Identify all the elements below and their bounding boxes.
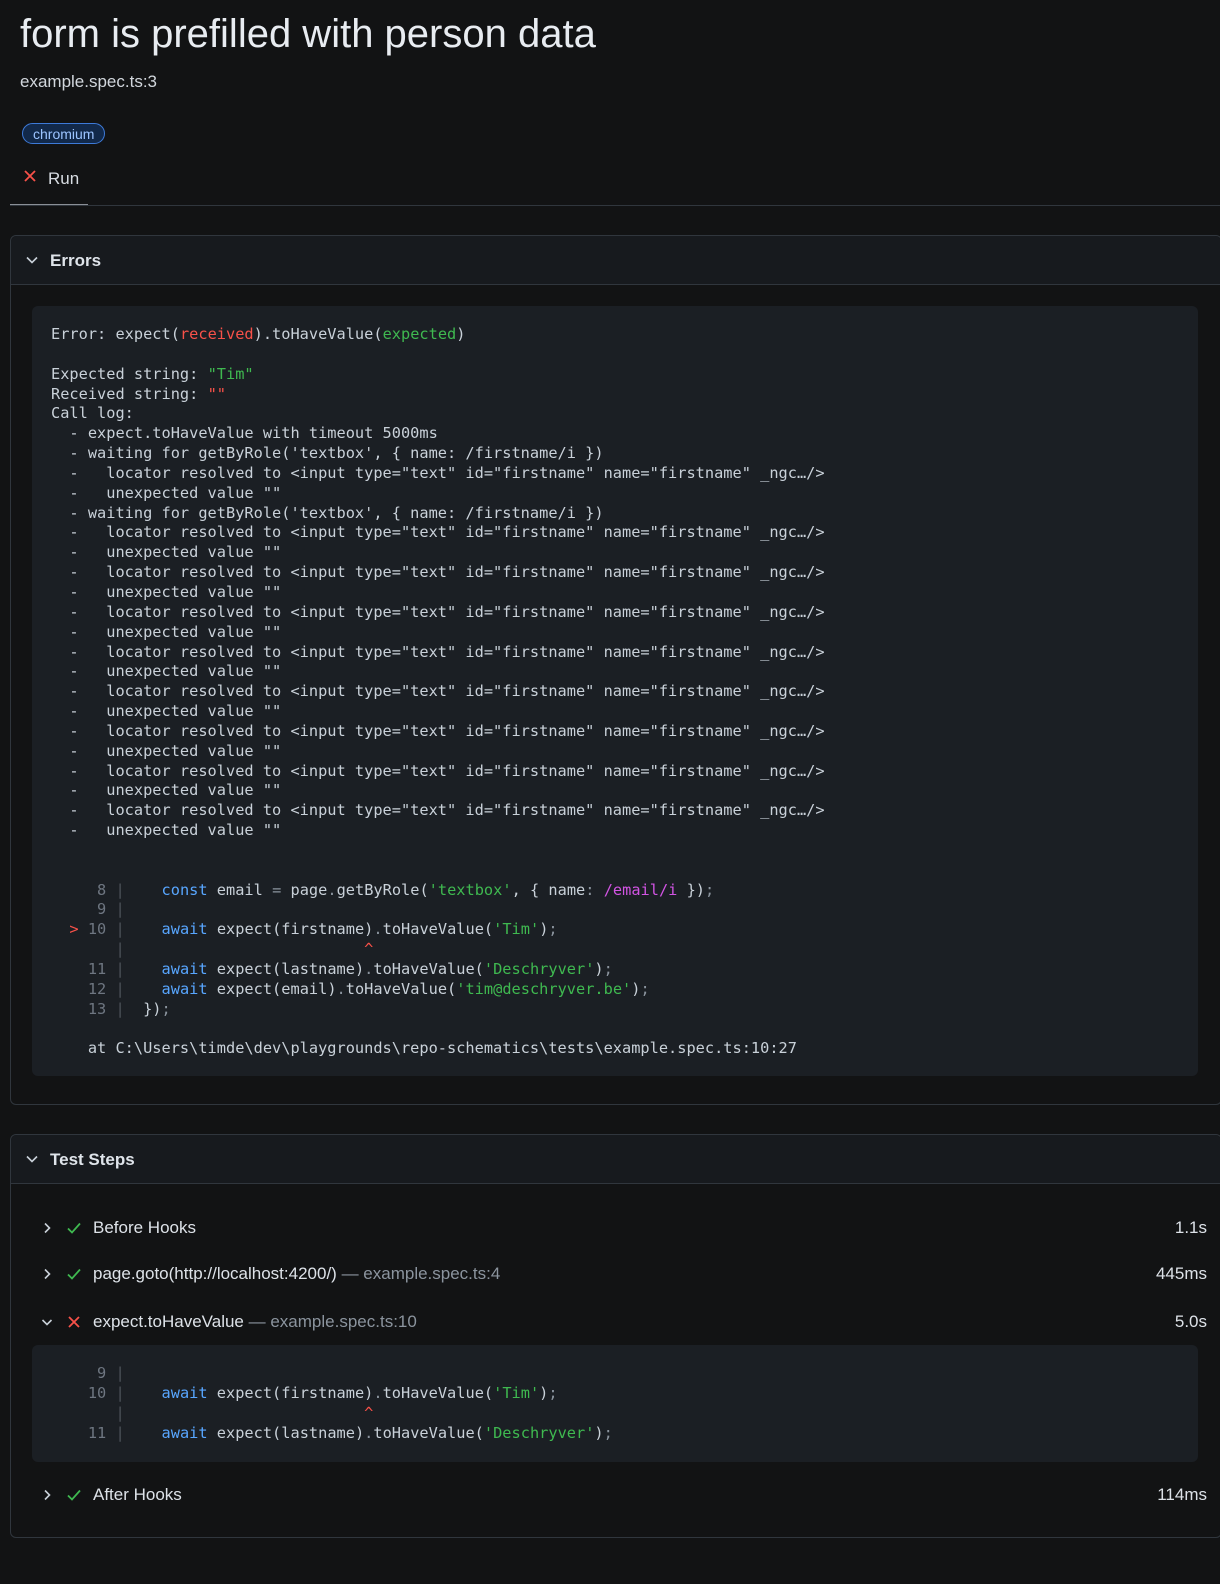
step-title: expect.toHaveValue — example.spec.ts:10 bbox=[93, 1312, 417, 1331]
code-line: - locator resolved to <input type="text"… bbox=[51, 801, 825, 820]
step-title: Before Hooks bbox=[93, 1218, 196, 1237]
step-duration: 1.1s bbox=[1174, 1218, 1207, 1237]
code-line: - locator resolved to <input type="text"… bbox=[51, 523, 825, 542]
code-line: - unexpected value "" bbox=[51, 821, 282, 840]
code-line: - expect.toHaveValue with timeout 5000ms bbox=[51, 424, 438, 443]
step-code-snippet: 9 | 10 | await expect(firstname).toHaveV… bbox=[32, 1345, 1198, 1462]
code-line: 8 | const email = page.getByRole('textbo… bbox=[51, 880, 715, 899]
code-line: - locator resolved to <input type="text"… bbox=[51, 721, 825, 740]
step-after-hooks[interactable]: After Hooks 114ms bbox=[11, 1481, 1220, 1511]
tab-divider bbox=[10, 205, 1220, 206]
code-line: 13 | }); bbox=[51, 999, 171, 1018]
step-title: After Hooks bbox=[93, 1485, 182, 1504]
code-line: - unexpected value "" bbox=[51, 702, 282, 721]
chevron-right-icon bbox=[44, 1268, 51, 1280]
chevron-down-icon bbox=[26, 256, 38, 264]
code-line: 11 | await expect(lastname).toHaveValue(… bbox=[51, 960, 613, 978]
errors-header[interactable]: Errors bbox=[11, 236, 1220, 285]
code-line: - locator resolved to <input type="text"… bbox=[51, 761, 825, 780]
code-line: - waiting for getByRole('textbox', { nam… bbox=[51, 503, 604, 522]
test-location: example.spec.ts:3 bbox=[20, 72, 158, 91]
code-line: - waiting for getByRole('textbox', { nam… bbox=[51, 444, 604, 463]
close-icon bbox=[24, 170, 36, 182]
check-icon bbox=[67, 1268, 81, 1280]
test-steps-title: Test Steps bbox=[50, 1150, 135, 1169]
test-steps-header[interactable]: Test Steps bbox=[11, 1135, 1220, 1184]
chevron-right-icon bbox=[44, 1489, 51, 1501]
step-page-goto[interactable]: page.goto(http://localhost:4200/) — exam… bbox=[11, 1260, 1220, 1290]
code-line: > 10 | await expect(firstname).toHaveVal… bbox=[69, 920, 558, 939]
step-duration: 114ms bbox=[1157, 1485, 1207, 1504]
step-title: page.goto(http://localhost:4200/) — exam… bbox=[93, 1264, 501, 1283]
check-icon bbox=[67, 1222, 81, 1234]
code-line: - locator resolved to <input type="text"… bbox=[51, 602, 825, 621]
code-line: - unexpected value "" bbox=[51, 543, 282, 562]
tab-run-label: Run bbox=[48, 169, 80, 188]
code-line: | ^ bbox=[115, 940, 374, 959]
code-line: 9 | bbox=[51, 1364, 125, 1382]
test-steps-panel: Test Steps Before Hooks 1.1s page.goto(h… bbox=[10, 1134, 1220, 1538]
code-line: 12 | await expect(email).toHaveValue('ti… bbox=[51, 979, 650, 998]
code-line: 10 | await expect(firstname).toHaveValue… bbox=[51, 1383, 558, 1402]
page-title: form is prefilled with person data bbox=[20, 12, 596, 56]
code-line: - locator resolved to <input type="text"… bbox=[51, 642, 825, 661]
code-line: Received string: "" bbox=[51, 384, 226, 403]
code-line: - locator resolved to <input type="text"… bbox=[51, 563, 825, 582]
chevron-down-icon bbox=[41, 1319, 53, 1326]
code-line: - unexpected value "" bbox=[51, 483, 282, 502]
code-line: - locator resolved to <input type="text"… bbox=[51, 682, 825, 701]
close-icon bbox=[68, 1316, 80, 1328]
project-chip[interactable]: chromium bbox=[22, 123, 106, 144]
code-line: Call log: bbox=[51, 404, 134, 423]
code-line: Error: expect(received).toHaveValue(expe… bbox=[51, 325, 466, 343]
code-line: 11 | await expect(lastname).toHaveValue(… bbox=[51, 1423, 613, 1442]
step-duration: 5.0s bbox=[1174, 1312, 1207, 1331]
step-expect-to-have-value[interactable]: expect.toHaveValue — example.spec.ts:10 … bbox=[11, 1308, 1220, 1338]
chevron-down-icon bbox=[26, 1155, 38, 1163]
code-line: - unexpected value "" bbox=[51, 662, 282, 681]
tab-run[interactable]: Run bbox=[10, 166, 88, 206]
code-line: - locator resolved to <input type="text"… bbox=[51, 463, 825, 482]
step-before-hooks[interactable]: Before Hooks 1.1s bbox=[11, 1214, 1220, 1244]
errors-title: Errors bbox=[50, 251, 102, 270]
code-line: - unexpected value "" bbox=[51, 582, 282, 601]
code-line: 9 | bbox=[51, 900, 125, 919]
chevron-right-icon bbox=[44, 1222, 51, 1234]
step-duration: 445ms bbox=[1155, 1264, 1207, 1283]
check-icon bbox=[67, 1489, 81, 1501]
code-line: Expected string: "Tim" bbox=[51, 364, 254, 383]
code-line: - unexpected value "" bbox=[51, 781, 282, 800]
code-line: | ^ bbox=[115, 1403, 374, 1422]
code-line: - unexpected value "" bbox=[51, 622, 282, 641]
snippet-lines: 9 | 10 | await expect(firstname).toHaveV… bbox=[51, 1364, 613, 1443]
code-line: - unexpected value "" bbox=[51, 741, 282, 760]
error-message: Error: expect(received).toHaveValue(expe… bbox=[32, 306, 1198, 1076]
errors-panel: Errors Error: expect(received).toHaveVal… bbox=[10, 235, 1220, 1105]
error-lines: Error: expect(received).toHaveValue(expe… bbox=[51, 325, 825, 1059]
code-line: at C:\Users\timde\dev\playgrounds\repo-s… bbox=[51, 1039, 797, 1058]
